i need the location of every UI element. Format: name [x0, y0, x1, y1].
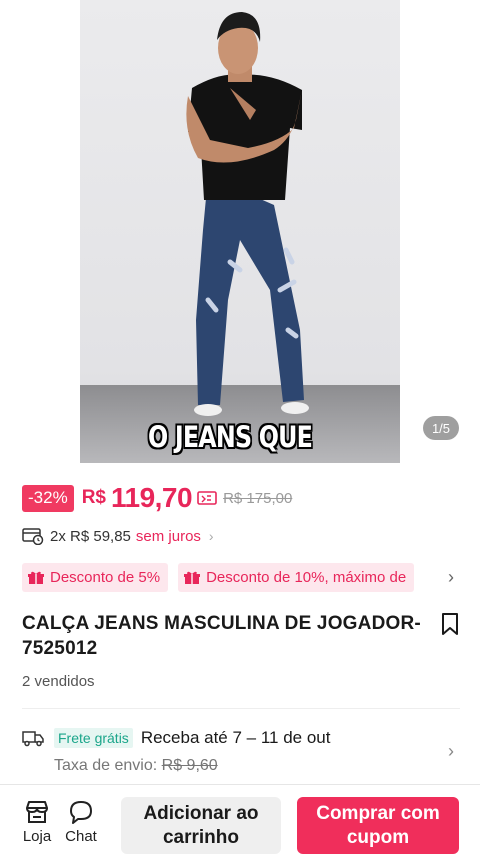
store-label: Loja	[22, 828, 52, 845]
chat-button[interactable]: Chat	[63, 799, 99, 845]
product-photo	[80, 0, 400, 463]
store-button[interactable]: Loja	[19, 799, 55, 845]
store-icon	[26, 801, 48, 823]
free-shipping-badge: Frete grátis	[54, 728, 133, 748]
price-row: -32% R$ 119,70 R$ 175,00	[22, 482, 293, 513]
chat-bubble-icon	[70, 801, 92, 824]
installment-row[interactable]: 2x R$ 59,85 sem juros ›	[22, 526, 214, 546]
shipping-fee: Taxa de envio: R$ 9,60	[54, 757, 218, 775]
gift-icon	[28, 571, 44, 584]
chevron-right-icon[interactable]: ›	[448, 741, 454, 762]
discount-badge: -32%	[22, 484, 74, 512]
add-to-cart-button[interactable]: Adicionar ao carrinho	[121, 797, 281, 854]
product-title: CALÇA JEANS MASCULINA DE JOGADOR-7525012	[22, 613, 421, 659]
truck-icon	[22, 731, 44, 747]
chevron-right-icon: ›	[208, 528, 214, 544]
model-figure	[186, 12, 309, 416]
product-image-carousel[interactable]: O JEANS QUE 1/5	[0, 0, 480, 463]
promo-list: Desconto de 5% Desconto de 10%, máximo d…	[22, 563, 462, 593]
promo-label: Desconto de 10%, máximo de	[206, 569, 407, 586]
price-currency: R$	[81, 487, 106, 508]
promo-chip[interactable]: Desconto de 5%	[22, 563, 169, 592]
promo-label: Desconto de 5%	[50, 569, 161, 586]
shipping-fee-value: R$ 9,60	[161, 757, 218, 774]
shipping-row[interactable]: Frete grátis Receba até 7 – 11 de out	[22, 726, 330, 750]
coupon-icon[interactable]	[197, 490, 217, 506]
installment-interest: sem juros	[135, 527, 201, 545]
bookmark-icon[interactable]	[440, 612, 460, 636]
installment-text: 2x R$ 59,85	[50, 527, 131, 545]
original-price: R$ 175,00	[223, 489, 293, 507]
promo-chip[interactable]: Desconto de 10%, máximo de	[178, 563, 415, 592]
divider	[22, 708, 460, 709]
image-counter: 1/5	[423, 416, 459, 440]
chat-label: Chat	[65, 828, 97, 845]
delivery-estimate: Receba até 7 – 11 de out	[140, 728, 331, 747]
gift-icon	[184, 571, 201, 584]
bottom-action-bar: Loja Chat Adicionar ao carrinho Comprar …	[0, 784, 480, 854]
chevron-right-icon[interactable]: ›	[448, 567, 454, 588]
price-amount: 119,70	[110, 482, 193, 513]
sold-count: 2 vendidos	[22, 673, 95, 690]
buy-with-coupon-button[interactable]: Comprar com cupom	[297, 797, 459, 854]
video-caption: O JEANS QUE	[147, 420, 313, 454]
card-clock-icon	[22, 528, 44, 545]
shipping-fee-label: Taxa de envio:	[54, 757, 158, 774]
